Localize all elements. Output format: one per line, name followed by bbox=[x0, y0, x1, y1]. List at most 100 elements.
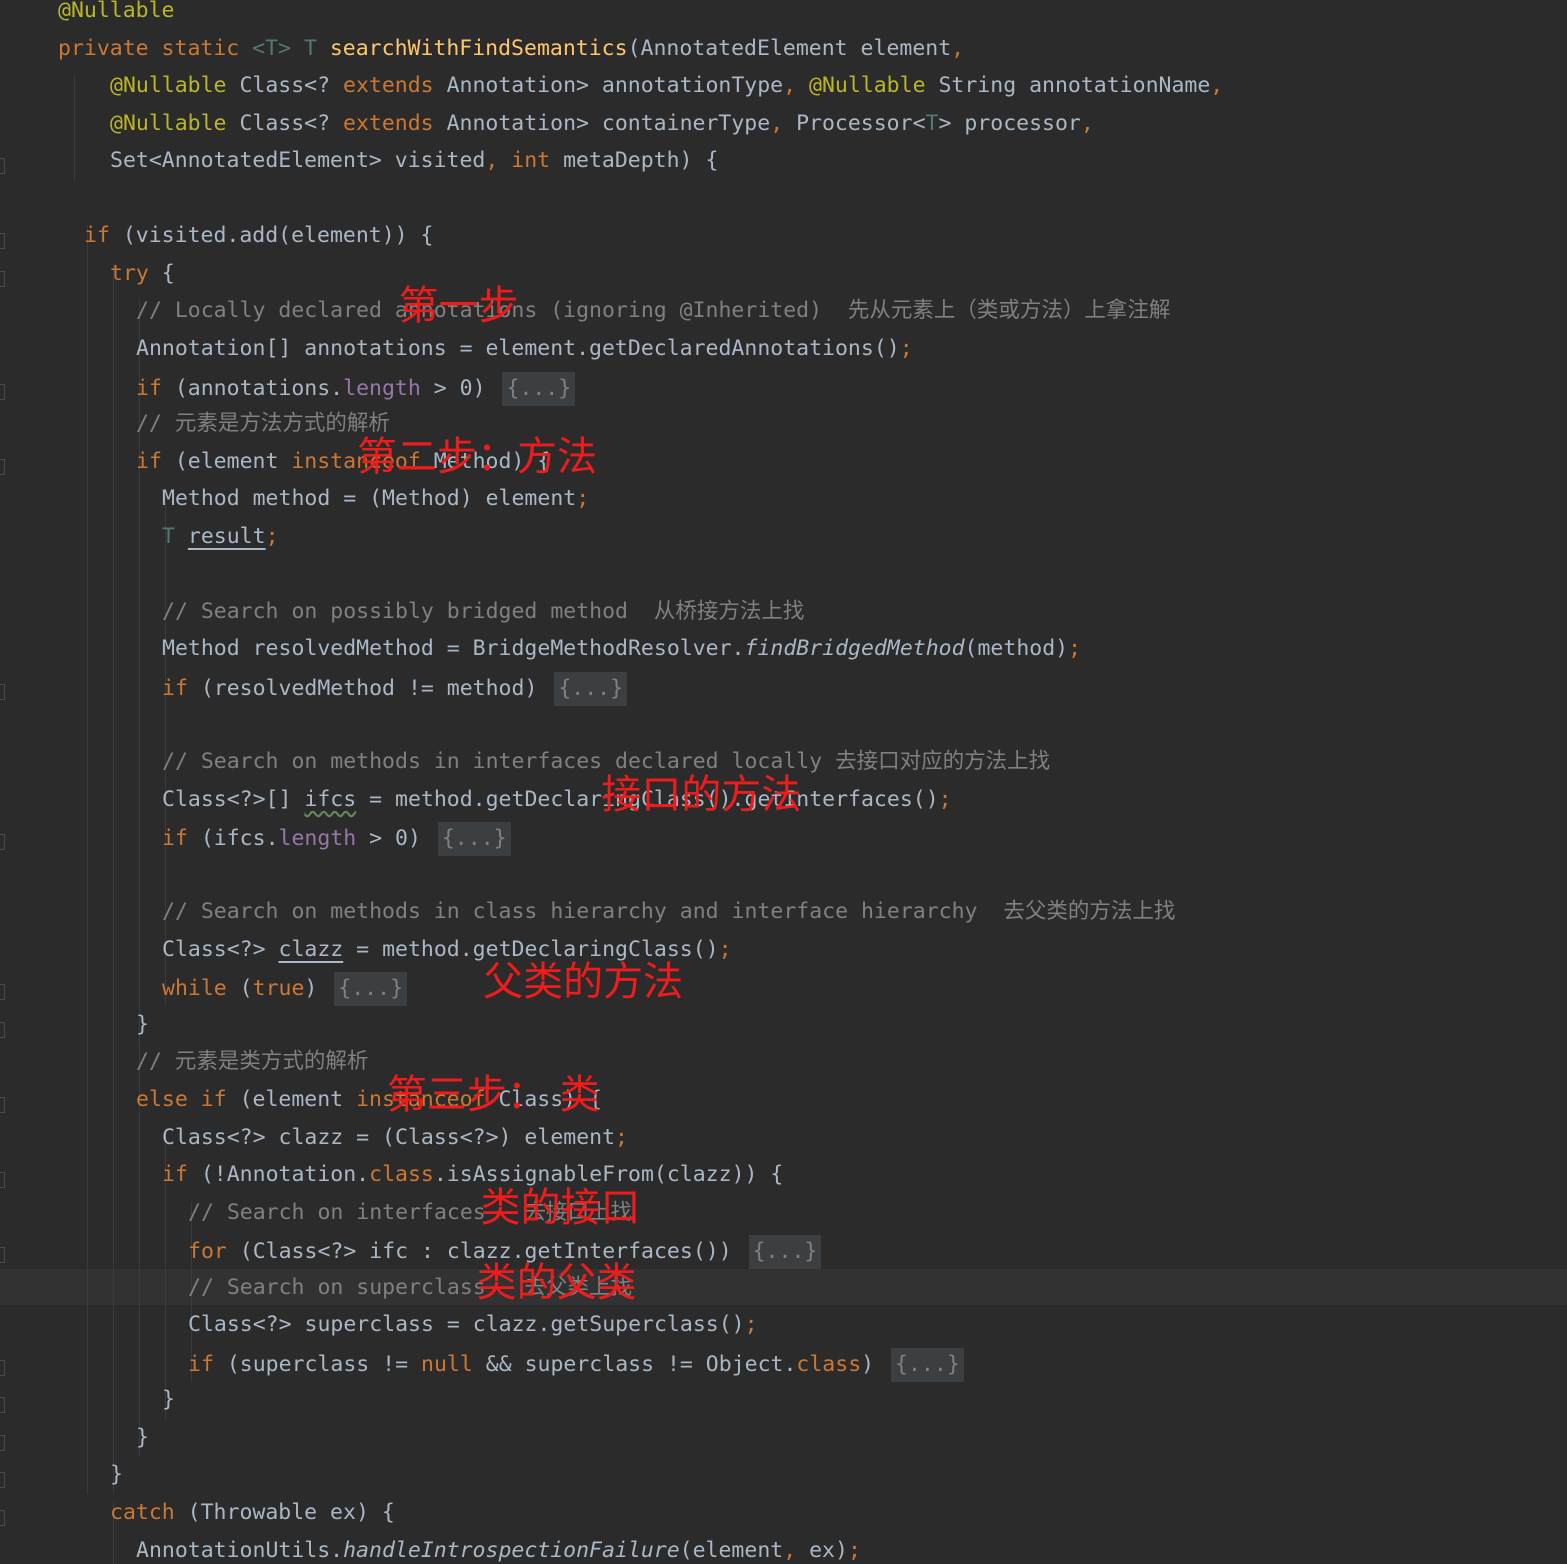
code-line[interactable]: // Locally declared annotations (ignorin… bbox=[136, 296, 1170, 326]
fold-marker-icon[interactable] bbox=[0, 683, 5, 700]
fold-marker-icon[interactable] bbox=[0, 834, 5, 851]
fold-marker-icon[interactable] bbox=[0, 233, 5, 250]
code-line[interactable]: Set<AnnotatedElement> visited, int metaD… bbox=[110, 146, 718, 176]
code-line[interactable]: if (resolvedMethod != method) {...} bbox=[162, 671, 628, 706]
code-token: (resolvedMethod != method) bbox=[200, 675, 551, 701]
fold-marker-icon[interactable] bbox=[0, 1247, 5, 1264]
code-token: Class<?> bbox=[162, 936, 279, 962]
code-token: AnnotationUtils. bbox=[136, 1537, 344, 1563]
code-token: findBridgedMethod bbox=[744, 636, 965, 662]
code-line[interactable]: } bbox=[162, 1385, 175, 1415]
code-line[interactable]: Class<?>[] ifcs = method.getDeclaringCla… bbox=[162, 785, 952, 815]
code-line[interactable]: } bbox=[136, 1423, 149, 1453]
fold-placeholder[interactable]: {...} bbox=[748, 1235, 822, 1270]
fold-placeholder[interactable]: {...} bbox=[502, 371, 576, 406]
code-token: , bbox=[485, 148, 512, 174]
code-line[interactable]: @Nullable bbox=[58, 0, 175, 26]
code-token: // Search on methods in class hierarchy … bbox=[162, 899, 1176, 925]
code-line[interactable]: // 元素是类方式的解析 bbox=[136, 1047, 368, 1077]
code-token: > 0) bbox=[433, 375, 499, 401]
code-token: @Nullable bbox=[809, 73, 939, 99]
code-token: Class<?> clazz = (Class<?>) element bbox=[162, 1124, 616, 1150]
code-line[interactable]: try { bbox=[110, 259, 175, 289]
code-token: ; bbox=[847, 1537, 861, 1563]
code-token: Annotation> annotationType bbox=[446, 73, 784, 99]
fold-marker-icon[interactable] bbox=[0, 1096, 5, 1113]
code-line[interactable]: Class<?> clazz = (Class<?>) element; bbox=[162, 1123, 628, 1153]
fold-marker-icon[interactable] bbox=[0, 984, 5, 1001]
code-token: , bbox=[770, 110, 797, 136]
code-token: clazz bbox=[278, 936, 344, 962]
code-token: ; bbox=[1068, 636, 1082, 662]
code-token: ) bbox=[304, 976, 331, 1002]
code-line[interactable]: @Nullable Class<? extends Annotation> an… bbox=[110, 71, 1223, 101]
code-line[interactable]: // 元素是方法方式的解析 bbox=[136, 409, 390, 439]
code-token: T bbox=[162, 523, 188, 549]
code-line[interactable]: Annotation[] annotations = element.getDe… bbox=[136, 334, 913, 364]
code-line[interactable]: while (true) {...} bbox=[162, 972, 408, 1007]
fold-placeholder[interactable]: {...} bbox=[891, 1347, 964, 1382]
code-token: Class<? bbox=[239, 73, 344, 99]
fold-marker-icon[interactable] bbox=[0, 158, 5, 175]
fold-marker-icon[interactable] bbox=[0, 458, 5, 475]
code-line[interactable]: catch (Throwable ex) { bbox=[110, 1498, 395, 1528]
code-line[interactable]: private static <T> T searchWithFindSeman… bbox=[58, 34, 964, 64]
code-editor[interactable]: @Nullable private static <T> T searchWith… bbox=[0, 0, 1567, 1564]
code-line[interactable]: Method method = (Method) element; bbox=[162, 484, 589, 514]
fold-marker-icon[interactable] bbox=[0, 1172, 5, 1189]
fold-marker-icon[interactable] bbox=[0, 383, 5, 400]
code-token: if bbox=[136, 375, 175, 401]
fold-marker-icon[interactable] bbox=[0, 1397, 5, 1414]
code-token: ; bbox=[615, 1124, 628, 1150]
fold-placeholder[interactable]: {...} bbox=[437, 822, 511, 857]
fold-marker-icon[interactable] bbox=[0, 270, 5, 287]
code-token: (visited.add(element)) { bbox=[122, 223, 434, 249]
code-token: null bbox=[421, 1351, 486, 1377]
code-line[interactable]: } bbox=[110, 1460, 123, 1490]
code-token: Annotation[] annotations = element.getDe… bbox=[136, 335, 900, 361]
fold-placeholder[interactable]: {...} bbox=[334, 972, 408, 1007]
code-token: Class<?>[] bbox=[162, 786, 305, 812]
code-token: if bbox=[162, 826, 201, 852]
fold-marker-icon[interactable] bbox=[0, 1472, 5, 1489]
handwritten-note: 类的接口 bbox=[480, 1184, 641, 1231]
code-token: (!Annotation. bbox=[200, 1162, 370, 1188]
code-token: @Nullable bbox=[110, 110, 240, 136]
code-line[interactable]: Class<?> superclass = clazz.getSuperclas… bbox=[188, 1310, 758, 1340]
code-token: , bbox=[951, 35, 965, 61]
code-token: ) bbox=[861, 1351, 888, 1377]
code-line[interactable]: if (superclass != null && superclass != … bbox=[188, 1347, 964, 1382]
code-line[interactable]: } bbox=[136, 1010, 149, 1040]
code-token: , bbox=[783, 73, 810, 99]
code-line[interactable]: if (visited.add(element)) { bbox=[84, 221, 434, 251]
code-token: T bbox=[303, 35, 330, 61]
fold-marker-icon[interactable] bbox=[0, 1021, 5, 1038]
code-token: > 0) bbox=[369, 826, 434, 852]
code-token: } bbox=[136, 1011, 149, 1037]
fold-placeholder[interactable]: {...} bbox=[554, 671, 628, 706]
fold-marker-icon[interactable] bbox=[0, 1359, 5, 1376]
code-line[interactable]: // Search on methods in class hierarchy … bbox=[162, 897, 1175, 927]
code-token: ifcs bbox=[304, 786, 357, 812]
code-line[interactable]: // Search on possibly bridged method 从桥接… bbox=[162, 597, 804, 627]
code-token: ( bbox=[239, 976, 253, 1002]
fold-marker-icon[interactable] bbox=[0, 1434, 5, 1451]
code-line[interactable]: if (annotations.length > 0) {...} bbox=[136, 371, 576, 406]
code-line[interactable]: @Nullable Class<? extends Annotation> co… bbox=[110, 109, 1094, 139]
fold-marker-icon[interactable] bbox=[0, 1510, 5, 1526]
code-line[interactable]: T result; bbox=[162, 522, 279, 552]
code-token: { bbox=[161, 260, 175, 286]
code-token: , bbox=[783, 1537, 810, 1563]
code-line[interactable]: Method resolvedMethod = BridgeMethodReso… bbox=[162, 634, 1081, 664]
code-token: , bbox=[1080, 110, 1094, 136]
code-token: String annotationName bbox=[938, 73, 1211, 99]
code-token: // 元素是方法方式的解析 bbox=[136, 411, 390, 437]
code-line[interactable]: if (ifcs.length > 0) {...} bbox=[162, 822, 511, 857]
code-token: Class<? bbox=[239, 110, 344, 136]
code-token: @Nullable bbox=[110, 73, 240, 99]
code-line[interactable]: if (!Annotation.class.isAssignableFrom(c… bbox=[162, 1160, 783, 1190]
code-token: private static bbox=[58, 35, 253, 61]
code-line[interactable]: AnnotationUtils.handleIntrospectionFailu… bbox=[136, 1536, 861, 1564]
code-token: result bbox=[187, 523, 266, 549]
code-token: ; bbox=[899, 335, 913, 361]
